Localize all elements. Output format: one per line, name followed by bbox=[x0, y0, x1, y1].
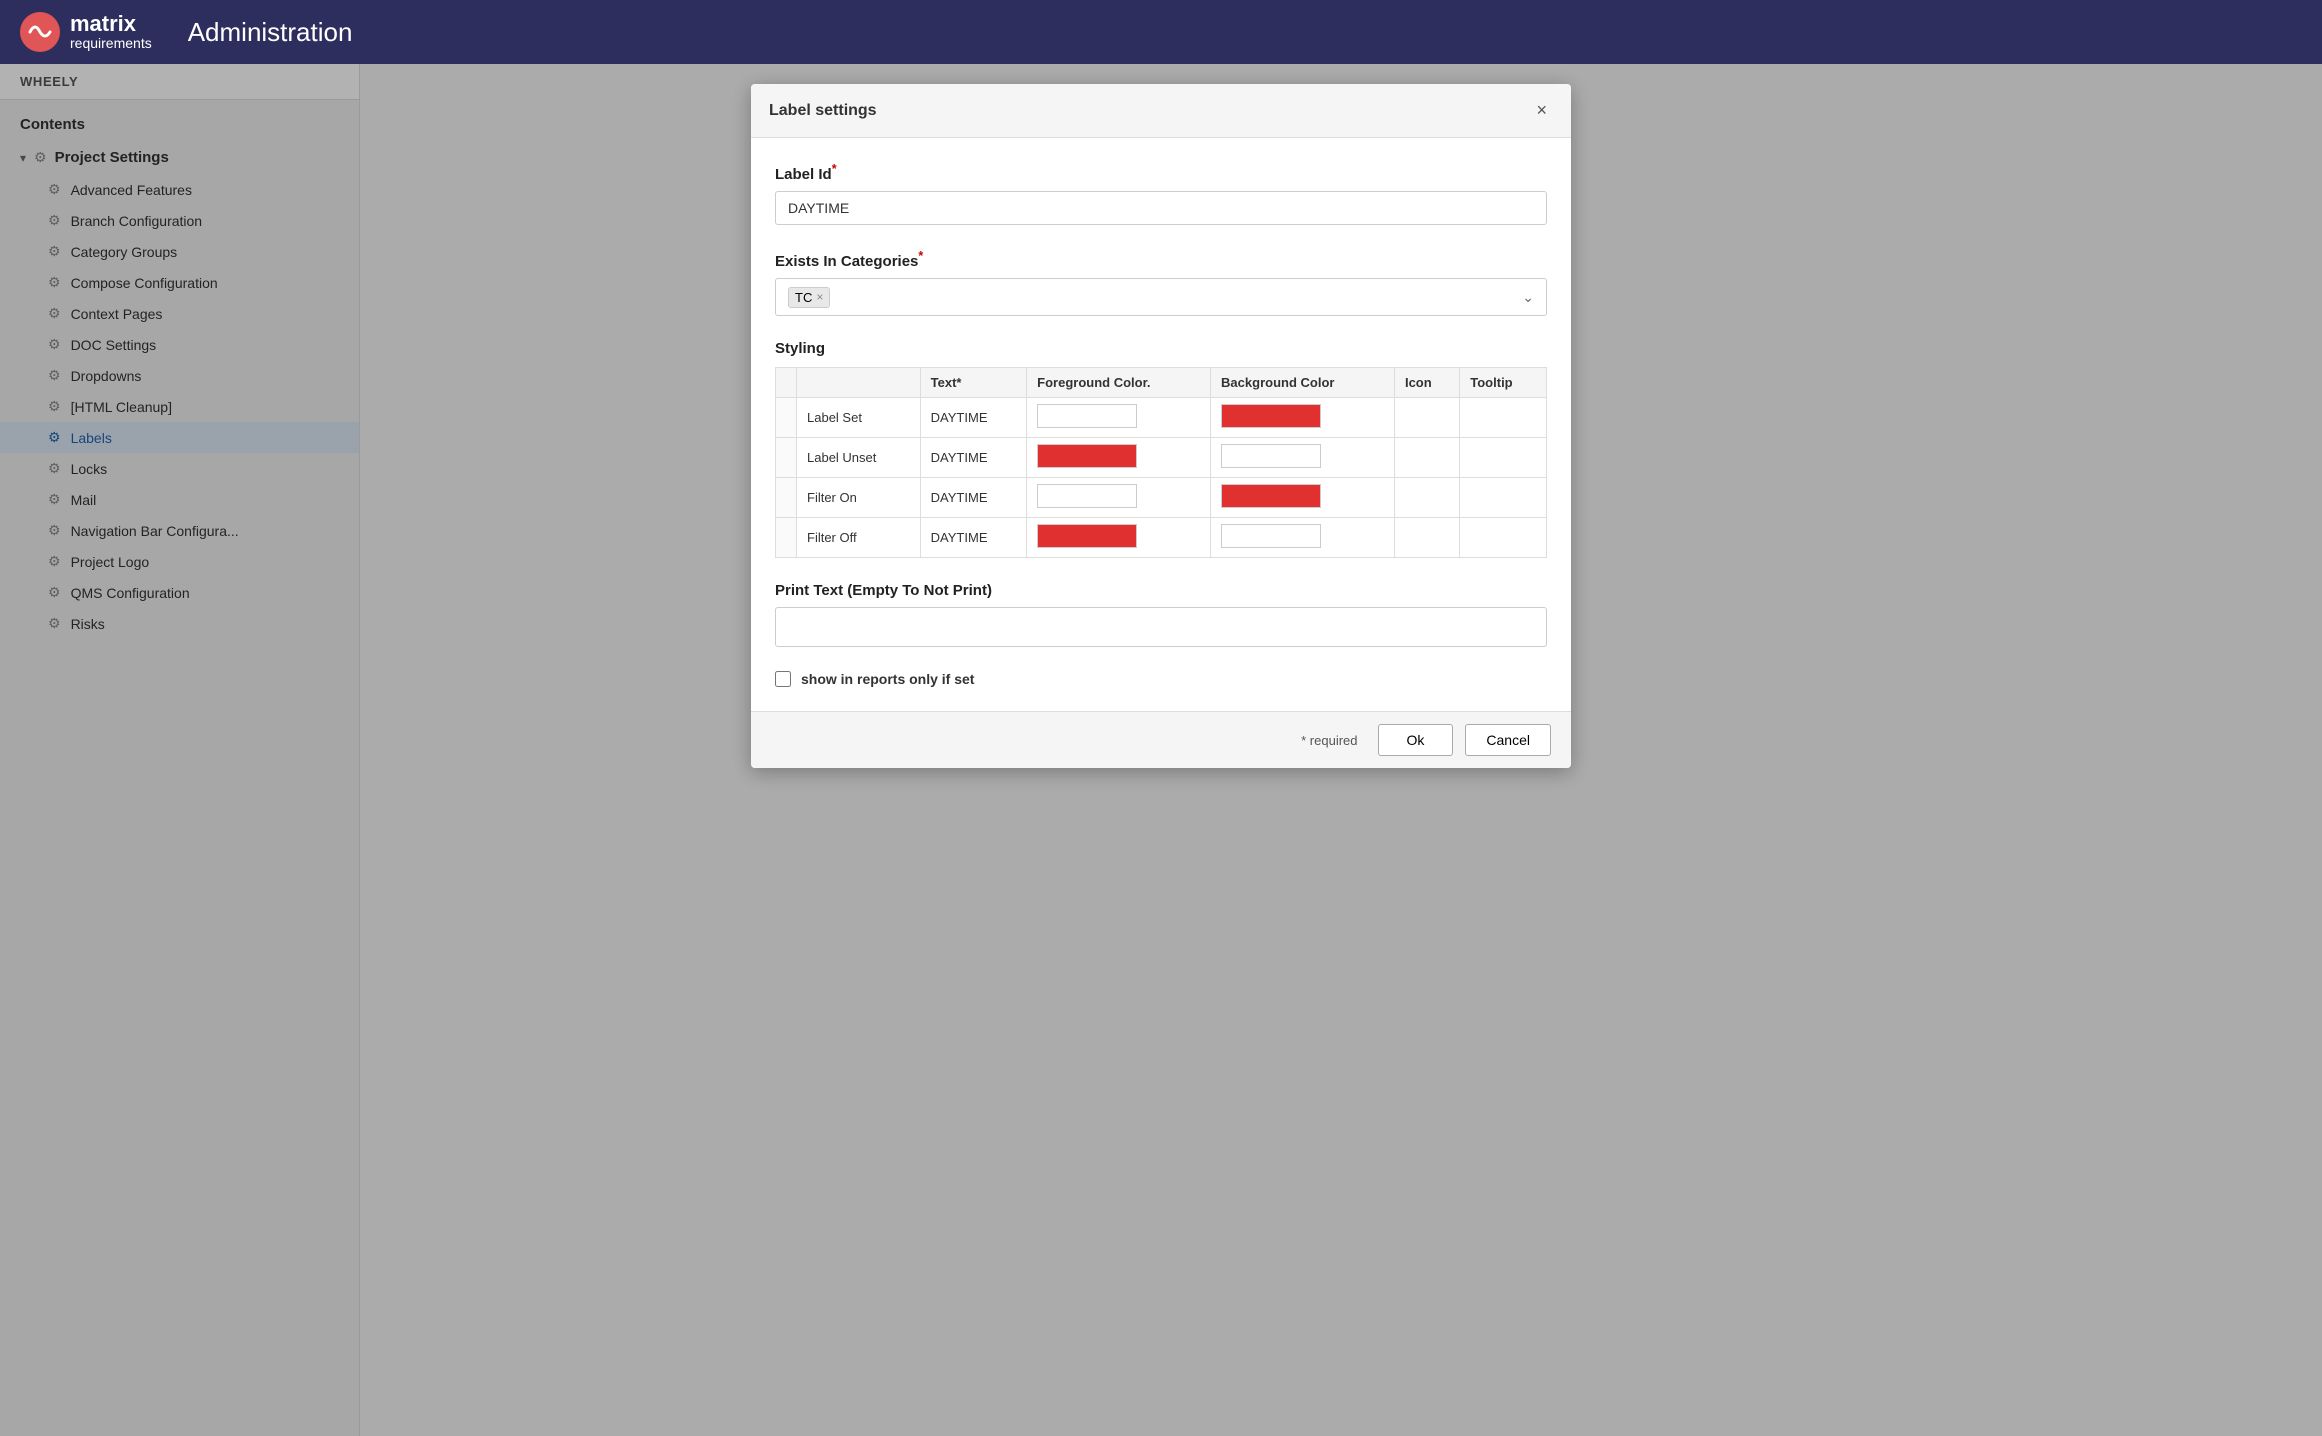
dialog-body: Label Id* Exists In Categories* TC × bbox=[751, 138, 1571, 711]
row-fg[interactable] bbox=[1027, 398, 1211, 438]
close-button[interactable]: × bbox=[1530, 98, 1553, 123]
row-tooltip bbox=[1460, 478, 1547, 518]
fg-color-swatch[interactable] bbox=[1037, 444, 1137, 468]
show-in-reports-label: show in reports only if set bbox=[801, 671, 974, 687]
row-icon bbox=[1394, 478, 1459, 518]
row-icon bbox=[1394, 398, 1459, 438]
row-fg[interactable] bbox=[1027, 518, 1211, 558]
table-row: Filter On DAYTIME bbox=[776, 478, 1547, 518]
row-bg[interactable] bbox=[1211, 398, 1395, 438]
row-marker bbox=[776, 518, 797, 558]
exists-in-categories-label: Exists In Categories* bbox=[775, 249, 1547, 270]
bg-color-swatch[interactable] bbox=[1221, 444, 1321, 468]
fg-color-swatch[interactable] bbox=[1037, 404, 1137, 428]
logo-requirements-text: requirements bbox=[70, 36, 152, 51]
bg-color-swatch[interactable] bbox=[1221, 524, 1321, 548]
row-marker bbox=[776, 478, 797, 518]
header-title: Administration bbox=[188, 17, 353, 48]
styling-section: Styling Text* Foreground Color. Backgrou… bbox=[775, 340, 1547, 558]
category-tag-tc: TC × bbox=[788, 287, 830, 308]
fg-color-swatch[interactable] bbox=[1037, 484, 1137, 508]
label-id-input[interactable] bbox=[775, 191, 1547, 225]
logo-icon bbox=[20, 12, 60, 52]
row-text: DAYTIME bbox=[920, 518, 1026, 558]
dialog-footer: * required Ok Cancel bbox=[751, 711, 1571, 768]
col-header-bg: Background Color bbox=[1211, 368, 1395, 398]
row-icon bbox=[1394, 518, 1459, 558]
col-header-icon: Icon bbox=[1394, 368, 1459, 398]
print-text-field-group: Print Text (Empty To Not Print) bbox=[775, 582, 1547, 647]
col-header-empty bbox=[776, 368, 797, 398]
col-header-name bbox=[797, 368, 921, 398]
dialog-overlay: Label settings × Label Id* Exists In Cat… bbox=[0, 64, 2322, 1436]
print-text-label: Print Text (Empty To Not Print) bbox=[775, 582, 1547, 599]
col-header-tooltip: Tooltip bbox=[1460, 368, 1547, 398]
row-name: Label Set bbox=[797, 398, 921, 438]
exists-in-categories-field-group: Exists In Categories* TC × ⌄ bbox=[775, 249, 1547, 316]
row-bg[interactable] bbox=[1211, 438, 1395, 478]
label-id-field-group: Label Id* bbox=[775, 162, 1547, 225]
logo-matrix-text: matrix bbox=[70, 12, 152, 36]
row-name: Label Unset bbox=[797, 438, 921, 478]
logo-text: matrix requirements bbox=[70, 12, 152, 52]
row-bg[interactable] bbox=[1211, 518, 1395, 558]
tag-container: TC × bbox=[788, 287, 830, 308]
row-text: DAYTIME bbox=[920, 478, 1026, 518]
row-tooltip bbox=[1460, 398, 1547, 438]
table-row: Label Unset DAYTIME bbox=[776, 438, 1547, 478]
tag-remove-tc[interactable]: × bbox=[816, 290, 823, 304]
label-settings-dialog: Label settings × Label Id* Exists In Cat… bbox=[751, 84, 1571, 768]
row-text: DAYTIME bbox=[920, 438, 1026, 478]
row-marker bbox=[776, 438, 797, 478]
ok-button[interactable]: Ok bbox=[1378, 724, 1454, 756]
app-header: matrix requirements Administration bbox=[0, 0, 2322, 64]
styling-label: Styling bbox=[775, 340, 1547, 357]
dialog-header: Label settings × bbox=[751, 84, 1571, 138]
dialog-title: Label settings bbox=[769, 102, 877, 120]
show-in-reports-row: show in reports only if set bbox=[775, 671, 1547, 687]
col-header-fg: Foreground Color. bbox=[1027, 368, 1211, 398]
logo: matrix requirements bbox=[20, 12, 152, 52]
table-row: Filter Off DAYTIME bbox=[776, 518, 1547, 558]
row-text: DAYTIME bbox=[920, 398, 1026, 438]
label-id-label: Label Id* bbox=[775, 162, 1547, 183]
row-icon bbox=[1394, 438, 1459, 478]
row-tooltip bbox=[1460, 438, 1547, 478]
row-fg[interactable] bbox=[1027, 438, 1211, 478]
print-text-input[interactable] bbox=[775, 607, 1547, 647]
chevron-down-icon: ⌄ bbox=[1522, 289, 1534, 306]
bg-color-swatch[interactable] bbox=[1221, 404, 1321, 428]
row-fg[interactable] bbox=[1027, 478, 1211, 518]
styling-table: Text* Foreground Color. Background Color… bbox=[775, 367, 1547, 558]
exists-in-categories-select[interactable]: TC × ⌄ bbox=[775, 278, 1547, 316]
row-name: Filter On bbox=[797, 478, 921, 518]
fg-color-swatch[interactable] bbox=[1037, 524, 1137, 548]
bg-color-swatch[interactable] bbox=[1221, 484, 1321, 508]
cancel-button[interactable]: Cancel bbox=[1465, 724, 1551, 756]
row-marker bbox=[776, 398, 797, 438]
row-bg[interactable] bbox=[1211, 478, 1395, 518]
row-name: Filter Off bbox=[797, 518, 921, 558]
col-header-text: Text* bbox=[920, 368, 1026, 398]
show-in-reports-checkbox[interactable] bbox=[775, 671, 791, 687]
table-row: Label Set DAYTIME bbox=[776, 398, 1547, 438]
row-tooltip bbox=[1460, 518, 1547, 558]
required-note: * required bbox=[1301, 733, 1357, 748]
